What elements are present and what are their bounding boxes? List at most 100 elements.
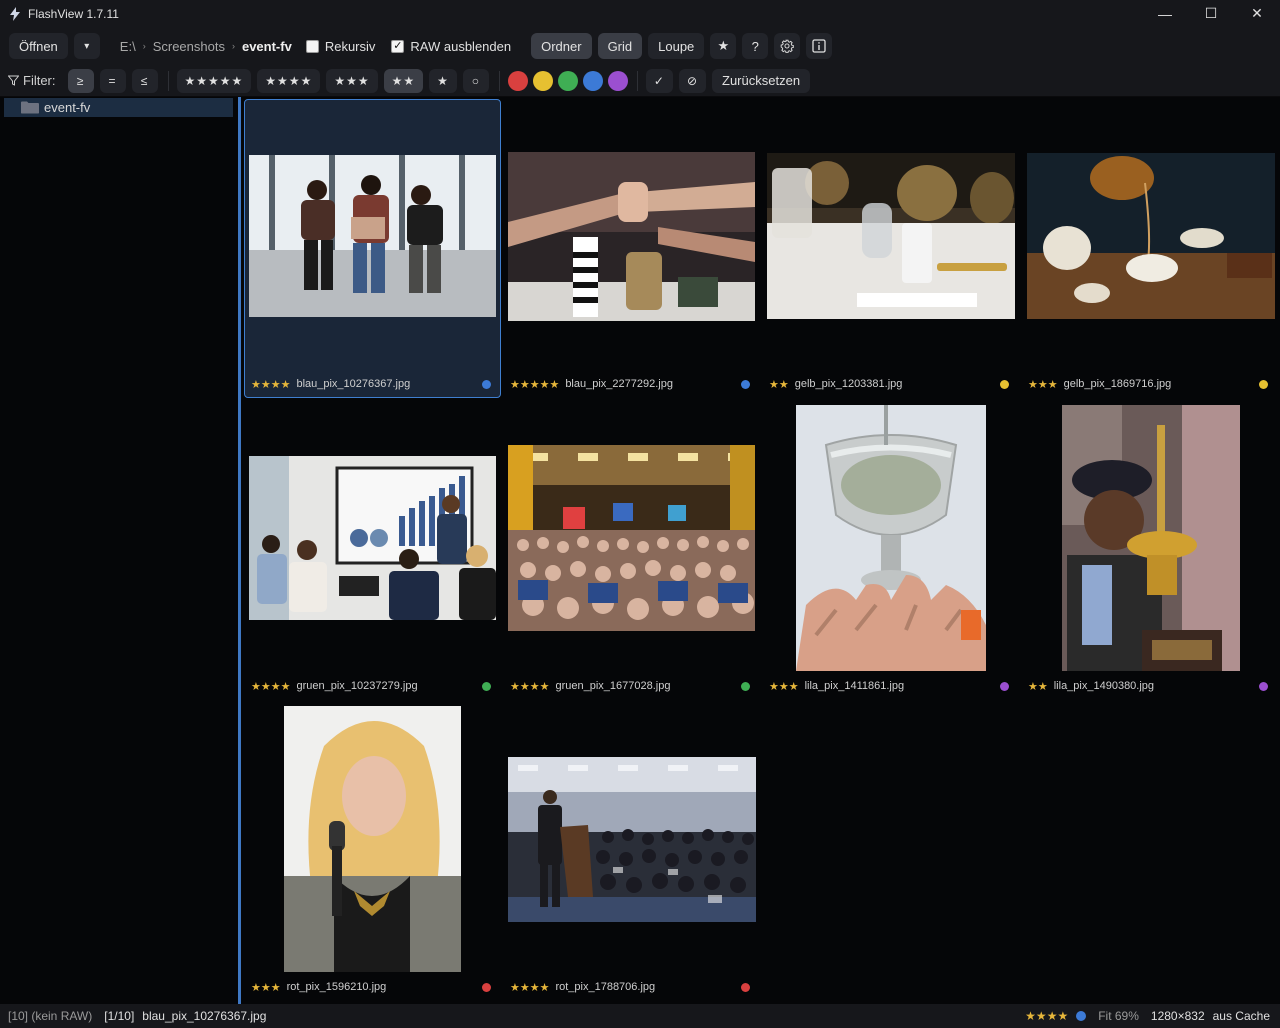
status-right: ★★★★ Fit 69% 1280×832 aus Cache bbox=[1013, 1004, 1270, 1028]
color-label-dot bbox=[482, 379, 491, 389]
thumbnail-card[interactable]: ★★ lila_pix_1490380.jpg bbox=[1018, 399, 1277, 700]
title-bar: FlashView 1.7.11 — ☐ ✕ bbox=[0, 0, 1280, 27]
thumbnail-caption: ★★ lila_pix_1490380.jpg bbox=[1028, 679, 1268, 693]
thumbnail-card[interactable]: ★★★ rot_pix_1596210.jpg bbox=[241, 700, 500, 1001]
rating-stars: ★★★★ bbox=[510, 981, 550, 994]
thumbnail-image[interactable] bbox=[508, 757, 756, 922]
rating-stars: ★★★★ bbox=[251, 378, 291, 391]
filter-color-blue[interactable] bbox=[582, 70, 603, 91]
color-label-dot bbox=[482, 681, 491, 691]
toolbar: Öffnen ▾ E:\ › Screenshots › event-fv Re… bbox=[0, 27, 1280, 65]
hide-raw-label: RAW ausblenden bbox=[410, 38, 512, 54]
hide-raw-checkbox-box[interactable] bbox=[391, 39, 405, 53]
filter-rating-5[interactable]: ★★★★★ bbox=[176, 68, 252, 93]
open-dropdown-button[interactable]: ▾ bbox=[73, 33, 100, 59]
recursive-checkbox[interactable]: Rekursiv bbox=[305, 39, 375, 54]
color-label-dot bbox=[1000, 681, 1009, 691]
settings-button[interactable] bbox=[774, 33, 801, 59]
breadcrumb-drive[interactable]: E:\ bbox=[120, 39, 136, 54]
close-button[interactable]: ✕ bbox=[1234, 0, 1280, 27]
status-source: aus Cache bbox=[1212, 1009, 1270, 1023]
filter-reject-button[interactable]: ⊘ bbox=[678, 68, 707, 93]
filter-reset-button[interactable]: Zurücksetzen bbox=[712, 68, 811, 93]
open-button[interactable]: Öffnen bbox=[9, 33, 68, 59]
filter-op-eq[interactable]: = bbox=[99, 68, 126, 93]
file-name: gruen_pix_1677028.jpg bbox=[555, 680, 671, 692]
status-zoom: Fit 69% bbox=[1098, 1009, 1139, 1023]
thumbnail-card[interactable]: ★★★ lila_pix_1411861.jpg bbox=[759, 399, 1018, 700]
hide-raw-checkbox[interactable]: RAW ausblenden bbox=[391, 39, 511, 54]
thumbnail-image[interactable] bbox=[508, 152, 755, 321]
app-lightning-icon bbox=[8, 6, 22, 21]
filter-accept-button[interactable]: ✓ bbox=[645, 68, 673, 93]
thumbnail-caption: ★★★★ gruen_pix_10237279.jpg bbox=[251, 679, 491, 693]
filter-rating-2[interactable]: ★★ bbox=[383, 68, 424, 93]
file-name: rot_pix_1596210.jpg bbox=[286, 981, 387, 993]
filter-bar: Filter: ≥ = ≤ ★★★★★ ★★★★ ★★★ ★★ ★ ○ ✓ ⊘ … bbox=[0, 65, 1280, 97]
folder-item-event-fv[interactable]: event-fv bbox=[4, 98, 233, 117]
folder-tree: event-fv bbox=[0, 97, 238, 1004]
filter-rating-1[interactable]: ★ bbox=[429, 68, 457, 93]
filter-label-text: Filter: bbox=[23, 73, 56, 88]
thumbnail-card[interactable]: ★★★ gelb_pix_1869716.jpg bbox=[1018, 97, 1277, 398]
filter-rating-3[interactable]: ★★★ bbox=[326, 68, 378, 93]
color-label-dot bbox=[1000, 379, 1009, 389]
thumbnail-caption: ★★★★ blau_pix_10276367.jpg bbox=[251, 377, 491, 391]
minimize-button[interactable]: — bbox=[1142, 0, 1188, 27]
thumbnail-image[interactable] bbox=[1062, 405, 1240, 671]
thumbnail-card[interactable]: ★★★★ gruen_pix_1677028.jpg bbox=[500, 399, 759, 700]
info-button[interactable] bbox=[806, 33, 833, 59]
recursive-checkbox-box[interactable] bbox=[305, 39, 319, 53]
thumbnail-card[interactable]: ★★★★ blau_pix_10276367.jpg bbox=[241, 97, 501, 398]
thumbnail-card[interactable]: ★★★★★ blau_pix_2277292.jpg bbox=[500, 97, 759, 398]
view-folder-button[interactable]: Ordner bbox=[531, 33, 592, 59]
breadcrumb: E:\ › Screenshots › event-fv bbox=[120, 39, 292, 54]
status-count: [10] (kein RAW) bbox=[8, 1009, 93, 1023]
thumbnail-card[interactable]: ★★★★ rot_pix_1788706.jpg bbox=[500, 700, 759, 1001]
view-loupe-button[interactable]: Loupe bbox=[648, 33, 705, 59]
color-label-dot bbox=[1259, 681, 1268, 691]
maximize-button[interactable]: ☐ bbox=[1188, 0, 1234, 27]
breadcrumb-screenshots[interactable]: Screenshots bbox=[153, 39, 225, 54]
status-filename: blau_pix_10276367.jpg bbox=[142, 1009, 267, 1023]
thumbnail-caption: ★★★ rot_pix_1596210.jpg bbox=[251, 980, 491, 994]
thumbnail-card[interactable]: ★★★★ gruen_pix_10237279.jpg bbox=[241, 399, 500, 700]
view-grid-button[interactable]: Grid bbox=[597, 33, 643, 59]
breadcrumb-separator: › bbox=[142, 41, 146, 51]
filter-rating-4[interactable]: ★★★★ bbox=[257, 68, 321, 93]
file-name: lila_pix_1411861.jpg bbox=[804, 680, 905, 692]
thumbnail-image[interactable] bbox=[767, 153, 1015, 319]
breadcrumb-current[interactable]: event-fv bbox=[242, 39, 292, 54]
status-color-dot bbox=[1076, 1011, 1087, 1021]
thumbnail-image[interactable] bbox=[1027, 153, 1275, 319]
help-button[interactable]: ? bbox=[742, 33, 769, 59]
thumbnail-image[interactable] bbox=[284, 706, 461, 972]
thumbnail-image[interactable] bbox=[249, 155, 496, 317]
file-name: gelb_pix_1203381.jpg bbox=[794, 378, 903, 390]
star-button[interactable]: ★ bbox=[710, 33, 737, 59]
rating-stars: ★★★★★ bbox=[510, 378, 560, 391]
filter-op-gte[interactable]: ≥ bbox=[67, 68, 94, 93]
color-label-dot bbox=[1259, 379, 1268, 389]
color-label-dot bbox=[482, 982, 491, 992]
info-icon bbox=[812, 39, 826, 53]
thumbnail-caption: ★★★★ gruen_pix_1677028.jpg bbox=[510, 679, 750, 693]
rating-stars: ★★★ bbox=[1028, 378, 1058, 391]
rating-stars: ★★★ bbox=[251, 981, 281, 994]
divider bbox=[636, 70, 638, 91]
filter-color-green[interactable] bbox=[557, 70, 578, 91]
filter-color-red[interactable] bbox=[507, 70, 528, 91]
rating-stars: ★★★ bbox=[769, 680, 799, 693]
divider bbox=[498, 70, 500, 91]
thumbnail-image[interactable] bbox=[508, 445, 755, 631]
window-title: FlashView 1.7.11 bbox=[28, 6, 119, 21]
filter-color-purple[interactable] bbox=[607, 70, 628, 91]
thumbnail-image[interactable] bbox=[249, 456, 496, 620]
filter-color-yellow[interactable] bbox=[532, 70, 553, 91]
filter-rating-none[interactable]: ○ bbox=[462, 68, 489, 93]
color-label-dot bbox=[741, 681, 750, 691]
rating-stars: ★★★★ bbox=[251, 680, 291, 693]
filter-op-lte[interactable]: ≤ bbox=[131, 68, 158, 93]
thumbnail-image[interactable] bbox=[796, 405, 986, 671]
thumbnail-card[interactable]: ★★ gelb_pix_1203381.jpg bbox=[759, 97, 1018, 398]
